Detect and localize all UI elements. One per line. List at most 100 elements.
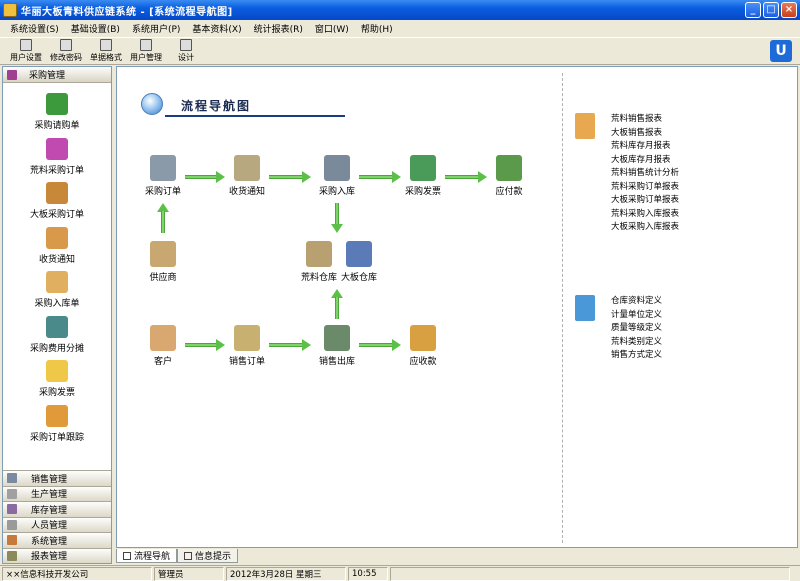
menu-reports[interactable]: 统计报表(R) xyxy=(248,22,309,35)
report-link-rough-stock-monthly[interactable]: 荒料库存月报表 xyxy=(611,140,679,154)
sidebar-header[interactable]: 采购管理 xyxy=(3,67,111,83)
receipt-notice-icon xyxy=(234,155,260,181)
info-tab-icon xyxy=(184,551,193,560)
sidebar-group-production[interactable]: 生产管理 xyxy=(3,485,111,501)
user-settings-icon xyxy=(20,39,32,51)
tab-info[interactable]: 信息提示 xyxy=(177,549,239,563)
user-management-button[interactable]: 用户管理 xyxy=(126,38,166,64)
sidebar-group-system[interactable]: 系统管理 xyxy=(3,532,111,548)
sidebar-item-cost-allocation[interactable]: 采购费用分摊 xyxy=(3,315,111,361)
change-password-button[interactable]: 修改密码 xyxy=(46,38,86,64)
def-link-sales-method[interactable]: 销售方式定义 xyxy=(611,349,662,363)
report-block-statistics: 荒料销售报表 大板销售报表 荒料库存月报表 大板库存月报表 荒料销售统计分析 荒… xyxy=(575,113,775,243)
sidebar-item-rough-purchase-order[interactable]: 荒料采购订单 xyxy=(3,137,111,183)
menu-system-users[interactable]: 系统用户(P) xyxy=(126,22,186,35)
close-button[interactable]: × xyxy=(781,2,797,18)
node-receipt-notice[interactable]: 收货通知 xyxy=(217,155,277,205)
menu-basic-data[interactable]: 基本资料(X) xyxy=(186,22,247,35)
user-settings-button[interactable]: 用户设置 xyxy=(6,38,46,64)
def-link-unit[interactable]: 计量单位定义 xyxy=(611,309,662,323)
arrow-order-to-notice xyxy=(185,171,225,183)
document-stamp-icon xyxy=(46,271,68,293)
menu-window[interactable]: 窗口(W) xyxy=(309,22,355,35)
report-link-rough-sales[interactable]: 荒料销售报表 xyxy=(611,113,679,127)
brand-logo-icon: U xyxy=(770,40,792,62)
node-purchase-invoice[interactable]: 采购发票 xyxy=(393,155,453,205)
sidebar-group-inventory[interactable]: 库存管理 xyxy=(3,501,111,517)
report-link-rough-purchase-order[interactable]: 荒料采购订单报表 xyxy=(611,181,679,195)
sales-order-icon xyxy=(234,325,260,351)
blocks-icon xyxy=(46,137,68,160)
handshake-icon xyxy=(46,226,68,249)
node-customer[interactable]: 客户 xyxy=(133,325,193,375)
clipboard-check-icon xyxy=(46,93,68,115)
maximize-button[interactable]: □ xyxy=(763,2,779,18)
building-icon xyxy=(46,315,68,338)
sidebar-item-order-tracking[interactable]: 采购订单跟踪 xyxy=(3,404,111,450)
system-icon xyxy=(7,535,17,546)
arrow-in-to-invoice xyxy=(359,171,401,183)
node-slab-stock[interactable]: 大板仓库 xyxy=(329,241,389,291)
key-icon xyxy=(60,39,72,51)
status-user: 管理员 xyxy=(154,566,224,581)
inventory-icon xyxy=(7,504,17,515)
menu-system-settings[interactable]: 系统设置(S) xyxy=(4,22,65,35)
design-button[interactable]: 设计 xyxy=(166,38,206,64)
menu-bar: 系统设置(S) 基础设置(B) 系统用户(P) 基本资料(X) 统计报表(R) … xyxy=(0,20,800,37)
slab-stock-icon xyxy=(346,241,372,267)
node-supplier[interactable]: 供应商 xyxy=(133,241,193,291)
receivable-icon xyxy=(410,325,436,351)
slab-order-icon xyxy=(46,182,68,204)
node-sales-out[interactable]: 销售出库 xyxy=(307,325,367,375)
report-link-slab-stock-monthly[interactable]: 大板库存月报表 xyxy=(611,154,679,168)
def-link-warehouse[interactable]: 仓库资料定义 xyxy=(611,295,662,309)
sales-out-icon xyxy=(324,325,350,351)
customer-icon xyxy=(150,325,176,351)
purchase-in-icon xyxy=(324,155,350,181)
sidebar-item-purchase-invoice[interactable]: 采购发票 xyxy=(3,360,111,405)
def-link-rough-category[interactable]: 荒料类别定义 xyxy=(611,336,662,350)
menu-help[interactable]: 帮助(H) xyxy=(355,22,399,35)
status-spacer xyxy=(390,566,790,581)
report-link-slab-purchase-order[interactable]: 大板采购订单报表 xyxy=(611,194,679,208)
node-receivable[interactable]: 应收款 xyxy=(393,325,453,375)
production-icon xyxy=(7,488,17,499)
sidebar-item-slab-purchase-order[interactable]: 大板采购订单 xyxy=(3,182,111,227)
sidebar-item-purchase-in[interactable]: 采购入库单 xyxy=(3,271,111,316)
arrow-supplier-to-order xyxy=(157,203,169,233)
sidebar-group-personnel[interactable]: 人员管理 xyxy=(3,516,111,532)
purchase-module-icon xyxy=(7,69,17,80)
report-link-slab-sales[interactable]: 大板销售报表 xyxy=(611,127,679,141)
status-company: ××信息科技开发公司 xyxy=(2,566,152,581)
sidebar-group-sales[interactable]: 销售管理 xyxy=(3,470,111,486)
supplier-icon xyxy=(150,241,176,267)
menu-basic-settings[interactable]: 基础设置(B) xyxy=(65,22,126,35)
sidebar-item-purchase-request[interactable]: 采购请购单 xyxy=(3,93,111,138)
flow-title: 流程导航图 xyxy=(181,99,252,113)
folder-icon xyxy=(46,360,68,382)
report-block-definitions: 仓库资料定义 计量单位定义 质量等级定义 荒料类别定义 销售方式定义 xyxy=(575,295,775,367)
def-link-quality[interactable]: 质量等级定义 xyxy=(611,322,662,336)
sidebar-item-receipt-notice[interactable]: 收货通知 xyxy=(3,226,111,272)
node-sales-order[interactable]: 销售订单 xyxy=(217,325,277,375)
tab-flow-navigation[interactable]: 流程导航 xyxy=(116,549,178,563)
arrow-invoice-to-payable xyxy=(445,171,487,183)
window-title: 华丽大板青料供应链系统 - [系统流程导航图] xyxy=(21,6,233,18)
flow-title-block: 流程导航图 xyxy=(141,93,345,117)
node-purchase-in[interactable]: 采购入库 xyxy=(307,155,367,205)
node-payable[interactable]: 应付款 xyxy=(479,155,539,205)
form-icon xyxy=(100,39,112,51)
toolbar: 用户设置 修改密码 单据格式 用户管理 设计 U xyxy=(0,37,800,65)
report-book-icon xyxy=(575,113,595,139)
status-bar: ××信息科技开发公司 管理员 2012年3月28日 星期三 10:55 xyxy=(0,565,800,581)
form-format-button[interactable]: 单据格式 xyxy=(86,38,126,64)
minimize-button[interactable]: _ xyxy=(745,2,761,18)
title-underline xyxy=(165,115,345,117)
arrow-out-to-receivable xyxy=(359,339,401,351)
sidebar-group-reports[interactable]: 报表管理 xyxy=(3,547,111,563)
payable-icon xyxy=(496,155,522,181)
report-link-rough-sales-analysis[interactable]: 荒料销售统计分析 xyxy=(611,167,679,181)
report-link-rough-purchase-in[interactable]: 荒料采购入库报表 xyxy=(611,208,679,222)
report-link-slab-purchase-in[interactable]: 大板采购入库报表 xyxy=(611,221,679,235)
node-purchase-order[interactable]: 采购订单 xyxy=(133,155,193,205)
